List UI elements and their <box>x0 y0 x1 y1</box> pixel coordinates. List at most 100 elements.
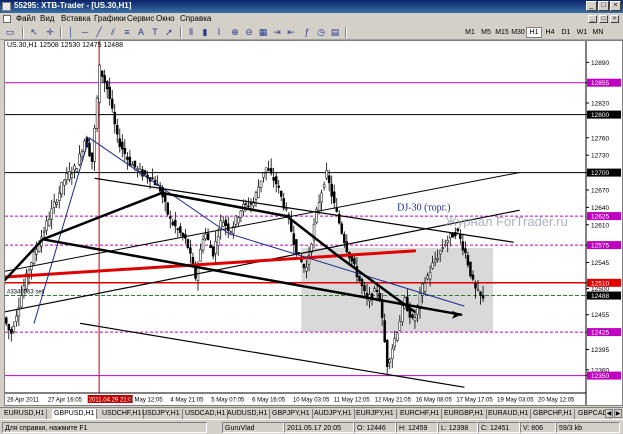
line-chart-icon[interactable]: ⌇ <box>212 26 226 39</box>
tab-audusd[interactable]: AUDUSD,H1 <box>225 409 271 419</box>
mdi-restore-button[interactable]: □ <box>599 15 608 23</box>
templates-icon[interactable]: ▤ <box>328 26 342 39</box>
timeframe-h4[interactable]: H4 <box>542 27 558 38</box>
price-label-12625: 12625 <box>591 214 609 221</box>
bar-chart-icon[interactable]: ⫴ <box>184 26 198 39</box>
chart-area[interactable]: 12890 12855 12820 12800 12760 12730 12700 12670… <box>4 40 623 406</box>
time-tick-label: 27 Apr 16:05 <box>48 398 83 404</box>
tab-usdchf[interactable]: USDCHF,H1 <box>100 409 145 419</box>
zoom-out-icon[interactable]: ⊖ <box>242 26 256 39</box>
candle-body <box>171 221 175 226</box>
timeframe-h1[interactable]: H1 <box>526 27 542 38</box>
candle-body <box>63 179 66 186</box>
tabs-scroll-right-icon[interactable]: ▶ <box>614 409 622 418</box>
status-hint: Для справки, нажмите F1 <box>2 422 207 433</box>
candle-body <box>199 248 202 262</box>
menu-charts[interactable]: Графики <box>94 14 126 23</box>
toolbar-separator <box>22 27 24 38</box>
candle-body <box>279 190 283 197</box>
candle-body <box>105 81 109 90</box>
candle-body <box>186 239 190 248</box>
candle-body <box>113 111 116 125</box>
time-tick-label: 20 May 12:05 <box>538 398 575 404</box>
candle-body <box>174 219 177 227</box>
new-chart-icon[interactable]: ▭ <box>3 26 17 39</box>
tab-gbpchf[interactable]: GBPCHF,H1 <box>531 409 576 419</box>
candle-body <box>65 173 69 181</box>
text-tool-icon[interactable]: A <box>134 26 148 39</box>
menu-window[interactable]: Окно <box>156 14 175 23</box>
timeframe-m30[interactable]: M30 <box>510 27 526 38</box>
candle-chart-icon[interactable]: ▮ <box>198 26 212 39</box>
candle-body <box>449 233 452 239</box>
timeframe-m5[interactable]: M5 <box>478 27 494 38</box>
candle-body <box>436 257 439 260</box>
arrow-tool-icon[interactable]: ➚ <box>162 26 176 39</box>
tab-usdcad[interactable]: USDCAD,H1 <box>183 409 229 419</box>
period-clock-icon[interactable]: ◷ <box>314 26 328 39</box>
timeframe-w1[interactable]: W1 <box>574 27 590 38</box>
vertical-line-icon[interactable]: │ <box>64 26 78 39</box>
chart-shift-icon[interactable]: ⇤ <box>284 26 298 39</box>
timeframe-m15[interactable]: M15 <box>494 27 510 38</box>
maximize-button[interactable]: □ <box>598 1 609 11</box>
tab-eurusd[interactable]: EURUSD,H1 <box>2 409 48 419</box>
tabs-scroll-left-icon[interactable]: ◀ <box>605 409 613 418</box>
tab-eurgbp[interactable]: EURGBP,H1 <box>442 409 487 419</box>
indicators-icon[interactable]: ƒ <box>300 26 314 39</box>
candle-body <box>360 279 364 287</box>
tab-eurchf[interactable]: EURCHF,H1 <box>398 409 443 419</box>
candle-body <box>90 152 94 162</box>
tab-eurjpy[interactable]: EURJPY,H1 <box>354 409 397 419</box>
candle-body <box>340 223 344 234</box>
crosshair-icon[interactable]: ✛ <box>43 26 57 39</box>
menu-tools[interactable]: Сервис <box>127 14 154 23</box>
candle-body <box>423 282 427 292</box>
tile-windows-icon[interactable]: ▦ <box>256 26 270 39</box>
channel-icon[interactable]: ⫽ <box>106 26 120 39</box>
candle-body <box>68 171 71 180</box>
close-button[interactable]: × <box>610 1 621 11</box>
price-label-12350: 12350 <box>591 373 609 380</box>
price-label-12800: 12800 <box>591 112 609 119</box>
tab-usdjpy[interactable]: USDJPY,H1 <box>140 409 183 419</box>
time-tick-label: 3 May 12:05 <box>130 398 164 404</box>
candle-body <box>138 168 142 172</box>
menu-help[interactable]: Справка <box>180 14 211 23</box>
price-chart[interactable]: 12890 12855 12820 12800 12760 12730 12700 12670… <box>5 41 622 405</box>
tab-gbpusd[interactable]: GBPUSD,H1 <box>52 409 98 419</box>
timeframe-mn[interactable]: MN <box>590 27 606 38</box>
zoom-in-icon[interactable]: ⊕ <box>228 26 242 39</box>
title-bar: 55295: XTB-Trader - [US.30,H1] _ □ × <box>0 0 623 13</box>
trend-line-4 <box>88 137 230 234</box>
price-label-12700: 12700 <box>591 170 609 177</box>
fibonacci-icon[interactable]: ≡ <box>120 26 134 39</box>
cursor-icon[interactable]: ↖ <box>27 26 41 39</box>
mdi-minimize-button[interactable]: _ <box>588 15 597 23</box>
candle-body <box>322 184 326 188</box>
tab-audjpy[interactable]: AUDJPY,H1 <box>312 409 355 419</box>
candle-body <box>466 255 470 266</box>
horizontal-line-icon[interactable]: ─ <box>78 26 92 39</box>
tab-gbpjpy[interactable]: GBPJPY,H1 <box>270 409 313 419</box>
minimize-button[interactable]: _ <box>586 1 597 11</box>
trendline-icon[interactable]: ╱ <box>92 26 106 39</box>
candle-body <box>32 251 36 264</box>
timeframe-d1[interactable]: D1 <box>558 27 574 38</box>
candle-body <box>221 222 225 227</box>
label-tool-icon[interactable]: T <box>148 26 162 39</box>
price-tick-label: 12890 <box>591 60 609 67</box>
mdi-close-button[interactable]: × <box>610 15 619 23</box>
price-tick-label: 12395 <box>591 347 609 354</box>
candle-body <box>93 128 96 162</box>
candle-body <box>431 262 434 269</box>
candle-body <box>401 305 404 322</box>
tab-euraud[interactable]: EURAUD,H1 <box>486 409 532 419</box>
menu-view[interactable]: Вид <box>40 14 54 23</box>
autoscroll-icon[interactable]: ⇥ <box>270 26 284 39</box>
candle-body <box>166 202 169 215</box>
timeframe-m1[interactable]: M1 <box>462 27 478 38</box>
menu-file[interactable]: Файл <box>16 14 36 23</box>
menu-insert[interactable]: Вставка <box>61 14 91 23</box>
candle-body <box>229 231 233 234</box>
